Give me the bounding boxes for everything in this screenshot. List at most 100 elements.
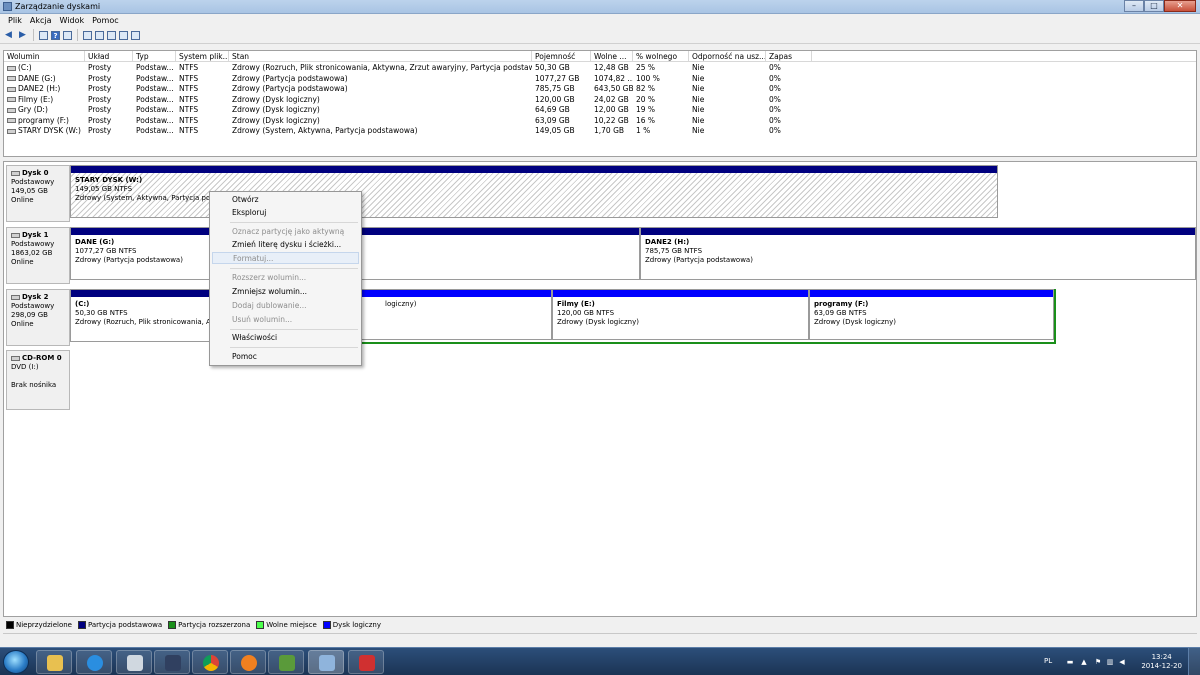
- show-desktop-button[interactable]: [1188, 648, 1200, 675]
- volume-name: STARY DYSK (W:): [18, 126, 81, 135]
- help-icon[interactable]: ?: [51, 30, 60, 40]
- cell-free: 12,48 GB: [594, 63, 629, 72]
- table-row[interactable]: programy (F:) Prosty Podstaw... NTFS Zdr…: [4, 116, 1196, 127]
- properties-icon[interactable]: [63, 30, 72, 40]
- cell-capacity: 63,09 GB: [535, 115, 570, 125]
- cell-type: Podstaw...: [136, 126, 174, 135]
- legend-item: Partycja rozszerzona: [168, 621, 250, 629]
- taskbar-explorer[interactable]: [36, 650, 72, 674]
- table-row[interactable]: Gry (D:) Prosty Podstaw... NTFS Zdrowy (…: [4, 105, 1196, 116]
- legend: Nieprzydzielone Partycja podstawowa Part…: [3, 619, 1197, 631]
- show-hidden-icons[interactable]: ▲: [1080, 658, 1088, 666]
- column-header-status[interactable]: Stan: [229, 51, 532, 62]
- column-header-volume[interactable]: Wolumin: [4, 51, 85, 62]
- column-header-fault-tolerance[interactable]: Odporność na usz...: [689, 51, 766, 62]
- media-player-icon: [241, 655, 257, 671]
- network-icon[interactable]: ▥: [1106, 658, 1114, 666]
- taskbar-media-player[interactable]: [230, 650, 266, 674]
- refresh-icon[interactable]: [131, 30, 140, 40]
- cell-layout: Prosty: [88, 63, 112, 72]
- taskbar-calculator[interactable]: [116, 650, 152, 674]
- menu-item-open[interactable]: Otwórz: [212, 194, 359, 206]
- menu-item-properties[interactable]: Właściwości: [212, 332, 359, 344]
- table-row[interactable]: DANE (G:) Prosty Podstaw... NTFS Zdrowy …: [4, 74, 1196, 85]
- taskbar-toolbox[interactable]: [348, 650, 384, 674]
- taskbar-disk-management[interactable]: [308, 650, 344, 674]
- table-row[interactable]: STARY DYSK (W:) Prosty Podstaw... NTFS Z…: [4, 126, 1196, 137]
- column-header-overhead[interactable]: Zapas: [766, 51, 812, 62]
- table-row[interactable]: (C:) Prosty Podstaw... NTFS Zdrowy (Rozr…: [4, 63, 1196, 74]
- legend-swatch: [322, 621, 331, 629]
- cell-type: Podstaw...: [136, 105, 174, 114]
- menu-item-mark-active[interactable]: Oznacz partycję jako aktywną: [212, 226, 359, 238]
- cell-overhead: 0%: [769, 105, 781, 114]
- disk-icon[interactable]: [83, 30, 92, 40]
- disk-name: Dysk 1: [22, 231, 49, 239]
- disk-type: Podstawowy: [11, 178, 55, 186]
- console-tree-icon[interactable]: [39, 30, 48, 40]
- menu-view[interactable]: Widok: [56, 14, 89, 27]
- column-header-free[interactable]: Wolne ...: [591, 51, 633, 62]
- cell-fault-tolerance: Nie: [692, 105, 705, 114]
- volume-icon[interactable]: ◀: [1118, 658, 1126, 666]
- column-header-filesystem[interactable]: System plik...: [176, 51, 229, 62]
- cell-free: 12,00 GB: [594, 105, 629, 114]
- menu-item-explore[interactable]: Eksploruj: [212, 207, 359, 219]
- menu-item-change-drive-letter[interactable]: Zmień literę dysku i ścieżki...: [212, 239, 359, 251]
- volume-name: programy (F:): [18, 115, 69, 125]
- start-button[interactable]: [3, 650, 29, 674]
- taskbar-video-app[interactable]: [268, 650, 304, 674]
- disk-label-2[interactable]: Dysk 2 Podstawowy 298,09 GB Online: [6, 289, 70, 346]
- partition-filmy[interactable]: Filmy (E:) 120,00 GB NTFS Zdrowy (Dysk l…: [552, 289, 809, 340]
- maximize-button[interactable]: □: [1144, 0, 1164, 12]
- column-header-type[interactable]: Typ: [133, 51, 176, 62]
- column-header-percent-free[interactable]: % wolnego: [633, 51, 689, 62]
- table-row[interactable]: Filmy (E:) Prosty Podstaw... NTFS Zdrowy…: [4, 95, 1196, 106]
- menu-separator: [230, 329, 358, 330]
- disk-label-0[interactable]: Dysk 0 Podstawowy 149,05 GB Online: [6, 165, 70, 222]
- back-arrow-icon[interactable]: ◀: [3, 30, 14, 41]
- close-button[interactable]: ✕: [1164, 0, 1196, 12]
- minimize-button[interactable]: –: [1124, 0, 1144, 12]
- menu-item-shrink-volume[interactable]: Zmniejsz wolumin...: [212, 286, 359, 298]
- legend-label: Partycja rozszerzona: [178, 621, 251, 629]
- menu-action[interactable]: Akcja: [26, 14, 56, 27]
- legend-swatch: [256, 621, 265, 629]
- partition-dane2[interactable]: DANE2 (H:) 785,75 GB NTFS Zdrowy (Partyc…: [640, 227, 1196, 280]
- menu-item-delete-volume[interactable]: Usuń wolumin...: [212, 314, 359, 326]
- primary-partition-bar: [71, 166, 997, 173]
- disk-label-1[interactable]: Dysk 1 Podstawowy 1863,02 GB Online: [6, 227, 70, 284]
- column-header-layout[interactable]: Układ: [85, 51, 133, 62]
- flag-icon[interactable]: ⚑: [1094, 658, 1102, 666]
- taskbar-internet-explorer[interactable]: [76, 650, 112, 674]
- column-header-capacity[interactable]: Pojemność: [532, 51, 591, 62]
- menu-file[interactable]: Plik: [4, 14, 26, 27]
- cell-fault-tolerance: Nie: [692, 73, 705, 83]
- cell-layout: Prosty: [88, 105, 112, 114]
- taskbar-app-pinwheel[interactable]: [154, 650, 190, 674]
- title-bar: Zarządzanie dyskami – □ ✕: [0, 0, 1200, 14]
- keyboard-icon[interactable]: ▬: [1066, 658, 1074, 666]
- language-indicator[interactable]: PL: [1044, 657, 1052, 665]
- disk-status: Online: [11, 258, 34, 266]
- taskbar-chrome[interactable]: [192, 650, 228, 674]
- partition-name: DANE2 (H:): [645, 238, 690, 246]
- legend-item: Dysk logiczny: [322, 621, 381, 629]
- partition-status: Zdrowy (Dysk logiczny): [814, 318, 896, 326]
- disk-size: 298,09 GB: [11, 311, 48, 319]
- folder-open-icon[interactable]: [107, 30, 116, 40]
- menu-item-help[interactable]: Pomoc: [212, 351, 359, 363]
- search-icon[interactable]: [119, 30, 128, 40]
- check-icon[interactable]: [95, 30, 104, 40]
- forward-arrow-icon[interactable]: ▶: [17, 30, 28, 41]
- clock[interactable]: 13:24 2014-12-20: [1141, 653, 1182, 671]
- menu-item-add-mirror[interactable]: Dodaj dublowanie...: [212, 300, 359, 312]
- disk-label-cdrom[interactable]: CD-ROM 0 DVD (I:) Brak nośnika: [6, 350, 70, 410]
- partition-programy[interactable]: programy (F:) 63,09 GB NTFS Zdrowy (Dysk…: [809, 289, 1054, 340]
- menu-item-extend-volume[interactable]: Rozszerz wolumin...: [212, 272, 359, 284]
- menu-item-format[interactable]: Formatuj...: [212, 252, 359, 264]
- legend-label: Wolne miejsce: [266, 621, 317, 629]
- table-row[interactable]: DANE2 (H:) Prosty Podstaw... NTFS Zdrowy…: [4, 84, 1196, 95]
- menu-help[interactable]: Pomoc: [88, 14, 123, 27]
